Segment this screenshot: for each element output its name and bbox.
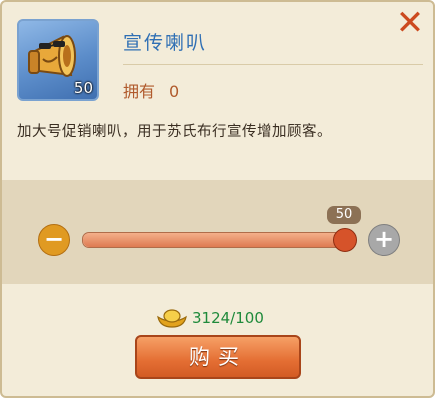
quantity-slider-track[interactable]: 50	[82, 206, 361, 252]
plus-icon: +	[373, 225, 395, 253]
price-text: 3124/100	[192, 309, 264, 327]
title-divider	[123, 64, 423, 65]
owned-count: 拥有 0	[123, 78, 179, 102]
price-display: 3124/100	[156, 307, 264, 333]
minus-button[interactable]: −	[38, 224, 70, 256]
item-title: 宣传喇叭	[123, 32, 208, 54]
owned-label: 拥有	[123, 82, 156, 101]
plus-button[interactable]: +	[368, 224, 400, 256]
quantity-slider-fill	[83, 233, 355, 247]
item-description: 加大号促销喇叭，用于苏氏布行宣传增加顾客。	[17, 124, 332, 140]
close-icon[interactable]: ✕	[395, 6, 425, 40]
item-purchase-dialog: ✕ 50 宣传喇叭 拥有 0 加大号促销喇叭，用于苏氏布行宣传增加顾客。 − 50…	[0, 0, 435, 398]
minus-icon: −	[43, 225, 65, 253]
owned-value: 0	[169, 82, 180, 101]
quantity-selector: − 50 +	[2, 180, 433, 284]
buy-button[interactable]: 购买	[135, 335, 301, 379]
icon-quantity-badge: 50	[73, 79, 93, 97]
gold-ingot-icon	[157, 309, 187, 328]
quantity-slider-thumb[interactable]	[333, 228, 357, 252]
item-icon-frame: 50	[17, 19, 99, 101]
quantity-value: 50	[327, 206, 361, 224]
